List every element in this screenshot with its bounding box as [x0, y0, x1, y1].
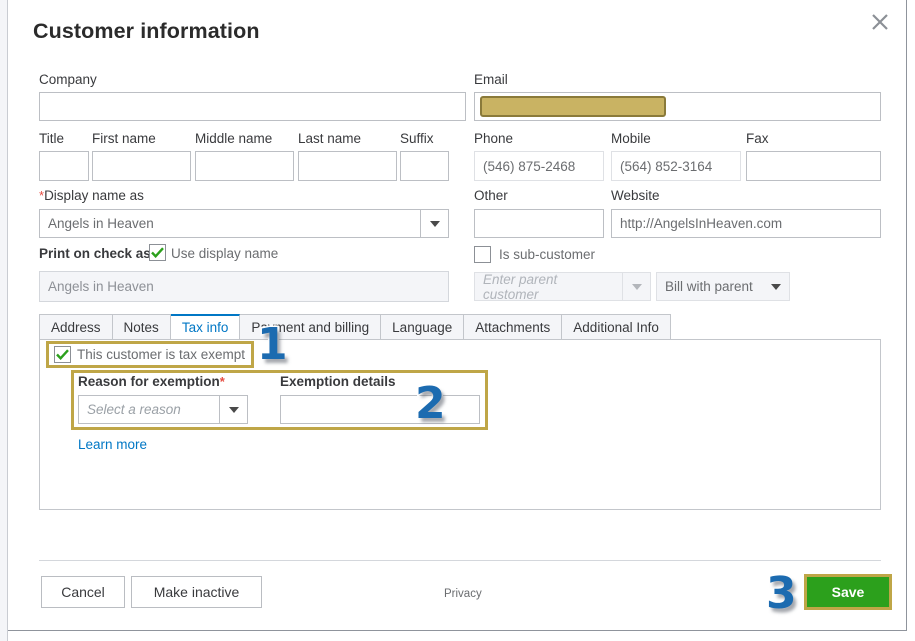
suffix-label: Suffix [400, 131, 434, 146]
chevron-down-icon[interactable] [420, 209, 449, 238]
email-redaction-bar [480, 96, 666, 117]
first-name-input[interactable] [92, 151, 191, 181]
chevron-down-icon [622, 272, 651, 301]
display-name-input[interactable]: Angels in Heaven [39, 209, 420, 238]
display-name-dropdown[interactable]: Angels in Heaven [39, 209, 449, 238]
tab-attachments[interactable]: Attachments [464, 314, 563, 340]
title-label: Title [39, 131, 65, 146]
company-input[interactable] [39, 92, 466, 121]
mobile-input[interactable]: (564) 852-3164 [611, 151, 741, 181]
last-name-label: Last name [298, 131, 362, 146]
tab-tax-info[interactable]: Tax info [170, 314, 241, 340]
reason-for-exemption-dropdown[interactable]: Select a reason [78, 395, 248, 424]
exemption-details-label: Exemption details [280, 374, 396, 389]
reason-placeholder[interactable]: Select a reason [78, 395, 219, 424]
other-input[interactable] [474, 209, 604, 238]
annotation-badge-3: 3 [765, 568, 799, 619]
display-name-label: *Display name as [39, 188, 144, 204]
bill-with-parent-label: Bill with parent [665, 279, 753, 294]
phone-input[interactable]: (546) 875-2468 [474, 151, 604, 181]
website-label: Website [611, 188, 660, 203]
chevron-down-icon [771, 283, 781, 290]
make-inactive-button[interactable]: Make inactive [131, 576, 262, 608]
chevron-down-icon[interactable] [219, 395, 248, 424]
tax-exempt-checkbox[interactable] [54, 346, 71, 363]
close-icon[interactable] [866, 8, 894, 36]
reason-label-text: Reason for exemption [78, 374, 220, 389]
footer-divider [39, 560, 881, 561]
save-button-label: Save [831, 584, 865, 600]
parent-customer-input: Enter parent customer [474, 272, 622, 302]
tax-exempt-highlight[interactable]: This customer is tax exempt [46, 341, 254, 368]
page-title: Customer information [33, 19, 260, 43]
tab-additional-info[interactable]: Additional Info [562, 314, 671, 340]
privacy-link[interactable]: Privacy [444, 588, 482, 600]
use-display-name-label: Use display name [171, 246, 279, 261]
last-name-input[interactable] [298, 151, 397, 181]
use-display-name-checkbox[interactable] [149, 244, 166, 261]
fax-input[interactable] [746, 151, 881, 181]
annotation-badge-1: 1 [256, 319, 290, 370]
first-name-label: First name [92, 131, 156, 146]
tab-bar: Address Notes Tax info Payment and billi… [39, 314, 671, 340]
learn-more-link[interactable]: Learn more [78, 437, 147, 452]
parent-customer-dropdown: Enter parent customer [474, 272, 651, 302]
company-label: Company [39, 72, 97, 87]
is-sub-customer-label: Is sub-customer [499, 247, 596, 262]
print-on-check-input: Angels in Heaven [39, 271, 449, 302]
middle-name-label: Middle name [195, 131, 273, 146]
reason-required-asterisk: * [219, 374, 225, 389]
email-label: Email [474, 72, 508, 87]
bill-with-parent-dropdown: Bill with parent [656, 272, 790, 301]
exemption-details-input[interactable] [280, 395, 480, 424]
reason-for-exemption-label: Reason for exemption* [78, 374, 225, 390]
is-sub-customer-checkbox[interactable] [474, 246, 491, 263]
tax-exempt-label: This customer is tax exempt [77, 347, 246, 362]
website-input[interactable]: http://AngelsInHeaven.com [611, 209, 881, 238]
fax-label: Fax [746, 131, 769, 146]
phone-label: Phone [474, 131, 514, 146]
save-button[interactable]: Save [804, 574, 892, 610]
background-page-edge [0, 0, 8, 641]
cancel-button[interactable]: Cancel [41, 576, 125, 608]
print-on-check-label: Print on check as [39, 246, 151, 261]
other-label: Other [474, 188, 508, 203]
display-name-label-text: Display name as [44, 188, 144, 203]
tab-language[interactable]: Language [381, 314, 465, 340]
tab-notes[interactable]: Notes [112, 314, 171, 340]
suffix-input[interactable] [400, 151, 449, 181]
middle-name-input[interactable] [195, 151, 294, 181]
annotation-badge-2: 2 [414, 378, 448, 429]
mobile-label: Mobile [611, 131, 651, 146]
title-input[interactable] [39, 151, 89, 181]
tab-address[interactable]: Address [39, 314, 113, 340]
customer-information-dialog: Customer information Company Email Title… [8, 0, 907, 631]
